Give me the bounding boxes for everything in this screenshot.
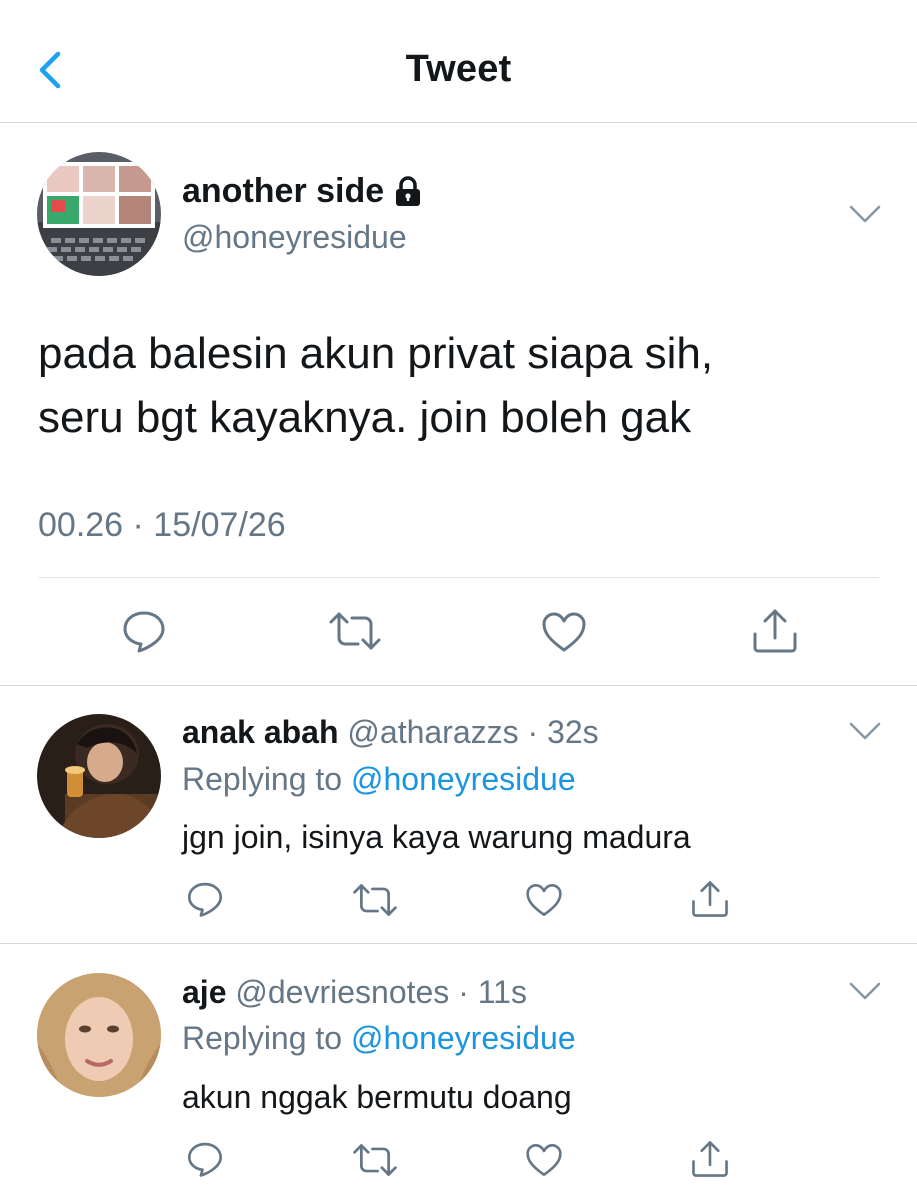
reply-options-button[interactable] bbox=[848, 980, 882, 1002]
retweet-button[interactable] bbox=[352, 882, 398, 918]
like-button[interactable] bbox=[540, 610, 588, 654]
reply-button[interactable] bbox=[120, 608, 168, 654]
reply-text: akun nggak bermutu doang bbox=[182, 1079, 572, 1115]
tweet-text-line: seru bgt kayaknya. join boleh gak bbox=[38, 393, 692, 442]
reply-author-name: aje bbox=[182, 974, 227, 1010]
reply-time: · 11s bbox=[458, 974, 527, 1010]
like-button[interactable] bbox=[524, 882, 564, 918]
reply-avatar[interactable] bbox=[37, 973, 161, 1097]
share-button[interactable] bbox=[690, 1140, 730, 1178]
reply-author-handle: @devriesnotes bbox=[235, 974, 450, 1010]
reply-actions bbox=[0, 880, 917, 920]
replying-to: Replying to @honeyresidue bbox=[182, 1020, 576, 1057]
share-button[interactable] bbox=[690, 880, 730, 918]
replying-to: Replying to @honeyresidue bbox=[182, 761, 576, 798]
main-tweet-author[interactable]: another side bbox=[182, 172, 422, 211]
retweet-icon bbox=[353, 884, 397, 916]
reply-button[interactable] bbox=[185, 880, 225, 918]
reply-author-handle: @atharazzs bbox=[347, 714, 519, 750]
divider bbox=[38, 577, 879, 578]
share-icon bbox=[692, 881, 728, 917]
share-button[interactable] bbox=[751, 608, 799, 654]
replying-to-label: Replying to bbox=[182, 1020, 343, 1056]
retweet-button[interactable] bbox=[328, 610, 382, 652]
tweet-text: pada balesin akun privat siapa sih, seru… bbox=[38, 322, 878, 450]
reply-button[interactable] bbox=[185, 1140, 225, 1178]
share-icon bbox=[692, 1141, 728, 1177]
share-icon bbox=[753, 609, 797, 653]
reply-icon bbox=[123, 611, 165, 653]
reply-icon bbox=[187, 1142, 223, 1177]
mention-link[interactable]: @honeyresidue bbox=[351, 761, 576, 797]
chevron-down-icon bbox=[849, 722, 881, 740]
author-handle[interactable]: @honeyresidue bbox=[182, 219, 407, 256]
reply-actions bbox=[0, 1140, 917, 1180]
reply-avatar[interactable] bbox=[37, 714, 161, 838]
retweet-icon bbox=[353, 1144, 397, 1176]
reply-options-button[interactable] bbox=[848, 720, 882, 742]
main-tweet-avatar[interactable] bbox=[37, 152, 161, 276]
reply-author-name: anak abah bbox=[182, 714, 339, 750]
tweet-text-line: pada balesin akun privat siapa sih, bbox=[38, 329, 714, 378]
chevron-down-icon bbox=[849, 982, 881, 1000]
chevron-down-icon bbox=[849, 205, 881, 223]
like-button[interactable] bbox=[524, 1142, 564, 1178]
tweet-options-button[interactable] bbox=[848, 203, 882, 225]
lock-icon bbox=[396, 175, 421, 206]
divider bbox=[0, 943, 917, 944]
like-icon bbox=[526, 1143, 562, 1177]
reply-text: jgn join, isinya kaya warung madura bbox=[182, 819, 691, 855]
reply-author-row[interactable]: anak abah @atharazzs · 32s bbox=[182, 714, 599, 751]
replying-to-label: Replying to bbox=[182, 761, 343, 797]
author-name: another side bbox=[182, 172, 385, 210]
like-icon bbox=[526, 883, 562, 917]
reply-author-row[interactable]: aje @devriesnotes · 11s bbox=[182, 974, 527, 1011]
top-nav-bar: Tweet bbox=[0, 0, 917, 123]
like-icon bbox=[542, 612, 586, 652]
reply-icon bbox=[187, 882, 223, 917]
page-title: Tweet bbox=[405, 48, 512, 90]
mention-link[interactable]: @honeyresidue bbox=[351, 1020, 576, 1056]
retweet-icon bbox=[329, 612, 381, 650]
reply-time: · 32s bbox=[527, 714, 599, 750]
divider bbox=[0, 685, 917, 686]
retweet-button[interactable] bbox=[352, 1142, 398, 1178]
tweet-timestamp[interactable]: 00.26 · 15/07/26 bbox=[38, 506, 286, 545]
main-tweet-actions bbox=[0, 608, 917, 658]
